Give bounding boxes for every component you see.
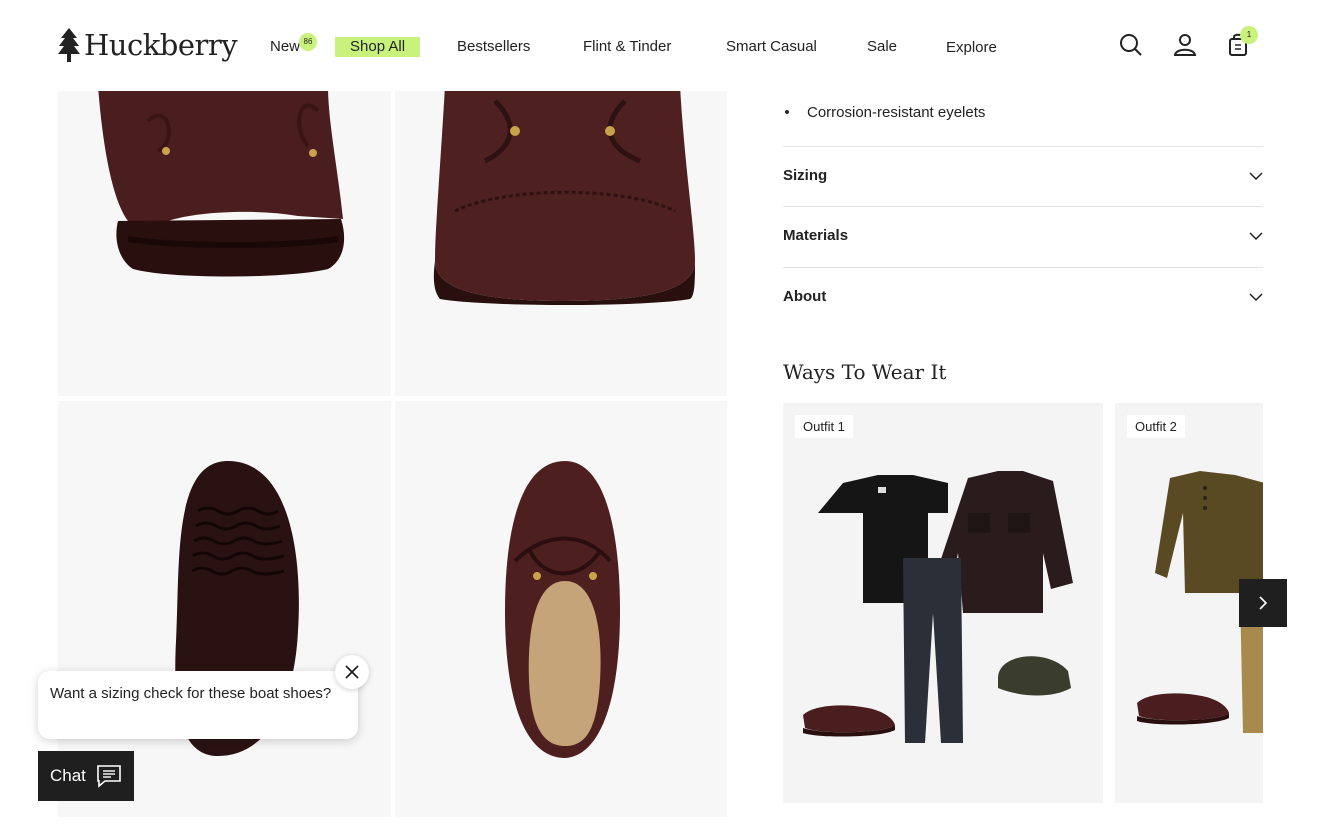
feature-bullet: • Corrosion-resistant eyelets — [783, 104, 985, 121]
new-count-badge: 86 — [299, 33, 317, 51]
brand-name: Huckberry — [84, 27, 238, 62]
chat-button-label: Chat — [50, 766, 86, 785]
chat-button[interactable]: Chat — [38, 751, 134, 801]
shoe-top-illustration — [505, 461, 620, 758]
product-image-heel[interactable] — [58, 91, 391, 396]
nav-item-smart-casual[interactable]: Smart Casual — [726, 37, 817, 57]
outfit-1-tag: Outfit 1 — [795, 415, 853, 438]
accordion-materials[interactable]: Materials — [783, 206, 1263, 266]
accordion-about[interactable]: About — [783, 267, 1263, 327]
carousel-next-button[interactable] — [1239, 579, 1287, 627]
accordion-sizing-label: Sizing — [783, 167, 828, 184]
nav-item-sale[interactable]: Sale — [867, 37, 897, 57]
tree-logo-icon — [58, 28, 80, 62]
nav-item-bestsellers[interactable]: Bestsellers — [457, 37, 530, 57]
nav-item-new[interactable]: New — [270, 37, 300, 57]
chat-prompt-bubble[interactable]: Want a sizing check for these boat shoes… — [38, 671, 358, 739]
product-image-toe[interactable] — [395, 91, 727, 396]
outfit-card-1[interactable]: Outfit 1 — [783, 403, 1103, 803]
accordion-sizing[interactable]: Sizing — [783, 146, 1263, 206]
close-icon — [345, 665, 359, 679]
brand-logo[interactable]: Huckberry — [58, 27, 238, 63]
chevron-down-icon — [1249, 232, 1263, 241]
nav-item-flint-tinder[interactable]: Flint & Tinder — [583, 37, 671, 57]
ways-to-wear-title: Ways To Wear It — [783, 360, 947, 384]
product-image-top[interactable] — [395, 401, 727, 817]
bullet-dot: • — [784, 104, 790, 121]
site-header: Huckberry New 86 Shop All Bestsellers Fl… — [0, 0, 1319, 91]
shoe-toe-illustration — [433, 91, 695, 305]
chat-close-button[interactable] — [335, 655, 369, 689]
accordion-materials-label: Materials — [783, 227, 849, 244]
chevron-down-icon — [1249, 172, 1263, 181]
cart-count-badge: 1 — [1240, 26, 1258, 44]
nav-item-explore[interactable]: Explore — [946, 38, 997, 58]
chat-icon — [97, 765, 121, 788]
account-icon[interactable] — [1172, 32, 1198, 58]
nav-item-shop-all[interactable]: Shop All — [335, 37, 421, 57]
shoe-heel-illustration — [98, 91, 345, 277]
chat-prompt-text: Want a sizing check for these boat shoes… — [50, 685, 332, 702]
outfit-1-illustration — [803, 471, 1073, 743]
search-icon[interactable] — [1118, 32, 1144, 58]
chevron-right-icon — [1259, 596, 1268, 610]
chevron-down-icon — [1249, 293, 1263, 302]
outfit-2-tag: Outfit 2 — [1127, 415, 1185, 438]
accordion-about-label: About — [783, 288, 827, 305]
feature-bullet-text: Corrosion-resistant eyelets — [807, 104, 986, 121]
